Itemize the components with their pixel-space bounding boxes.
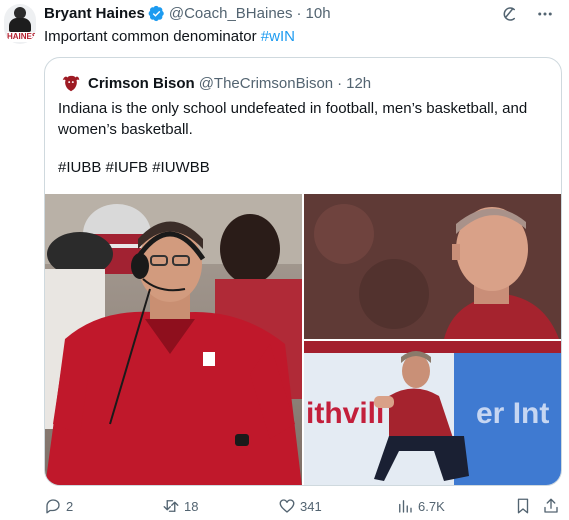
views-button[interactable]: 6.7K [396,497,445,515]
repost-button[interactable]: 18 [162,497,198,515]
grok-icon[interactable] [499,4,519,24]
tweet-hashtag-link[interactable]: #wIN [261,28,295,45]
quoted-author-name[interactable]: Crimson Bison [88,75,195,92]
share-button[interactable] [542,497,560,515]
repost-count: 18 [184,498,199,514]
bookmark-icon [517,498,529,514]
bison-logo-icon[interactable] [60,72,82,94]
tweet-top-actions [499,4,555,24]
womens-coach-photo[interactable]: ithvill er Int [304,341,561,485]
like-count: 341 [300,498,322,514]
share-icon [544,498,558,513]
author-name[interactable]: Bryant Haines [44,5,145,22]
tweet-action-bar: 2 18 341 6.7K [44,497,562,519]
quoted-tweet-header: Crimson Bison @TheCrimsonBison · 12h [60,72,371,94]
quoted-tweet-card[interactable]: Crimson Bison @TheCrimsonBison · 12h Ind… [44,57,562,486]
repost-icon [163,500,179,512]
tweet-text: Important common denominator #wIN [44,27,295,47]
arena-banner-text-right: er Int [476,397,549,430]
heart-icon [279,499,295,513]
quoted-tweet-text: Indiana is the only school undefeated in… [58,100,528,138]
tweet-body-text: Important common denominator [44,28,261,45]
views-count: 6.7K [418,498,445,514]
more-options-icon[interactable] [535,4,555,24]
quoted-author-handle[interactable]: @TheCrimsonBison [199,75,333,92]
quoted-timestamp[interactable]: 12h [346,75,371,92]
like-button[interactable]: 341 [278,497,322,515]
views-chart-icon [399,500,412,513]
coach-headset-photo[interactable] [45,194,302,485]
quoted-tweet-hashtags[interactable]: #IUBB #IUFB #IUWBB [58,158,210,178]
avatar-body-shape [9,18,31,32]
author-handle[interactable]: @Coach_BHaines [169,5,293,22]
arena-banner-text-left: ithvill [306,397,384,430]
basketball-coach-photo[interactable] [304,194,561,339]
reply-count: 2 [66,498,74,514]
media-grid: ithvill er Int [45,194,561,485]
quoted-separator: · [337,74,343,92]
author-avatar[interactable]: HAINES [4,4,36,44]
reply-icon [46,499,60,514]
reply-button[interactable]: 2 [44,497,73,515]
header-separator: · [296,4,302,22]
avatar-tag-text: HAINES [7,32,36,42]
verified-badge-icon[interactable] [148,5,165,22]
bookmark-button[interactable] [514,497,532,515]
tweet-header: Bryant Haines @Coach_BHaines · 10h [44,4,331,22]
tweet-timestamp[interactable]: 10h [306,5,331,22]
